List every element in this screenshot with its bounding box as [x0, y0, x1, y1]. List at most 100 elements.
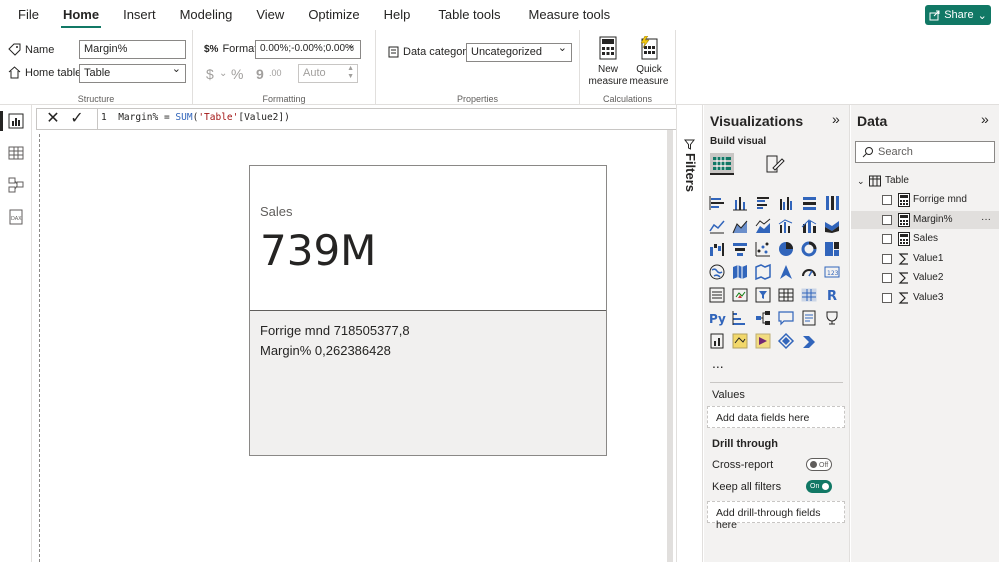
field-label: Sales	[913, 233, 939, 245]
build-visual-tab[interactable]	[710, 153, 734, 175]
data-search-input[interactable]: Search	[855, 141, 995, 163]
sigma-icon	[898, 252, 910, 266]
field-checkbox[interactable]	[882, 293, 892, 303]
clustered-column-chart-icon[interactable]	[780, 197, 792, 210]
format-select[interactable]: 0.00%;-0.00%;0.00%	[255, 38, 361, 59]
commit-formula-icon[interactable]: ✓	[67, 110, 87, 128]
power-apps-icon[interactable]	[755, 333, 771, 349]
new-measure-button[interactable]: New measure	[588, 36, 628, 88]
cross-report-toggle[interactable]: Off	[806, 458, 832, 471]
kpi-icon[interactable]	[732, 288, 748, 302]
table-view-icon[interactable]	[8, 145, 24, 161]
map-icon[interactable]	[709, 264, 725, 280]
keep-all-filters-toggle[interactable]: On	[806, 480, 832, 493]
collapse-visualizations-icon[interactable]: »	[832, 111, 840, 127]
field-checkbox[interactable]	[882, 214, 892, 225]
scatter-chart-icon[interactable]	[755, 242, 770, 257]
decimals-input[interactable]: Auto ▲ ▼	[298, 64, 358, 83]
line-clustered-column-chart-icon[interactable]	[778, 219, 793, 233]
field-checkbox[interactable]	[882, 253, 892, 264]
waterfall-chart-icon[interactable]	[710, 243, 724, 256]
menu-modeling[interactable]: Modeling	[168, 0, 245, 30]
funnel-chart-icon[interactable]	[733, 243, 747, 256]
menu-home[interactable]: Home	[51, 0, 111, 30]
field-row[interactable]: Margin% ···	[851, 210, 999, 229]
currency-button[interactable]: $	[206, 66, 214, 82]
arcgis-map-icon[interactable]	[732, 333, 748, 349]
format-visual-tab[interactable]	[762, 153, 786, 175]
narrative-icon[interactable]	[802, 310, 816, 326]
menu-file[interactable]: File	[0, 0, 51, 30]
line-chart-icon[interactable]	[709, 220, 725, 234]
100-stacked-column-chart-icon[interactable]	[826, 196, 839, 210]
quick-measure-button[interactable]: Quick measure	[628, 35, 670, 88]
percent-button[interactable]: %	[231, 66, 243, 82]
matrix-icon[interactable]	[801, 288, 817, 302]
formula-editor[interactable]: 1 Margin% = SUM('Table'[Value2])	[101, 112, 290, 123]
dax-query-view-icon[interactable]: DAX	[8, 209, 24, 225]
area-chart-icon[interactable]	[732, 220, 748, 234]
field-more-options-icon[interactable]: ···	[981, 211, 991, 229]
cancel-formula-icon[interactable]: ✕	[43, 110, 63, 128]
table-icon[interactable]	[778, 288, 794, 302]
field-row[interactable]: Value2	[851, 269, 999, 287]
stacked-column-chart-icon[interactable]	[733, 197, 747, 211]
calculator-icon	[898, 212, 910, 227]
key-influencers-icon[interactable]	[732, 311, 745, 325]
filters-pane-collapsed[interactable]: Filters	[676, 105, 703, 562]
decimal-button[interactable]: .00	[269, 68, 282, 78]
paginated-report-icon[interactable]	[710, 333, 724, 349]
multi-row-card-icon[interactable]	[709, 287, 725, 303]
qa-icon[interactable]	[778, 311, 794, 326]
field-row[interactable]: Value3	[851, 289, 999, 307]
data-category-select[interactable]: Uncategorized	[466, 41, 572, 62]
name-input[interactable]: Margin%	[79, 40, 186, 59]
currency-dropdown-icon[interactable]: ⌄	[219, 68, 227, 79]
shape-map-icon[interactable]	[755, 263, 771, 281]
power-automate-flow-icon[interactable]	[803, 336, 815, 348]
power-automate-icon[interactable]	[777, 332, 795, 350]
model-view-icon[interactable]	[8, 177, 24, 193]
field-checkbox[interactable]	[882, 234, 892, 245]
treemap-icon[interactable]	[825, 242, 839, 256]
share-button[interactable]: Share ⌄	[925, 5, 991, 25]
menu-optimize[interactable]: Optimize	[296, 0, 371, 30]
menu-insert[interactable]: Insert	[111, 0, 168, 30]
r-visual-icon[interactable]: R	[827, 289, 837, 304]
field-row[interactable]: Value1	[851, 250, 999, 268]
slicer-icon[interactable]	[755, 287, 771, 303]
table-node[interactable]: ⌄ Table	[851, 172, 999, 190]
stacked-area-chart-icon[interactable]	[755, 218, 771, 233]
field-row[interactable]: Forrige mnd	[851, 191, 999, 209]
comma-button[interactable]: 9	[256, 66, 264, 82]
line-stacked-column-chart-icon[interactable]	[801, 219, 817, 233]
pie-chart-icon[interactable]	[779, 242, 793, 256]
more-visuals-button[interactable]: ...	[712, 355, 724, 371]
values-drop-zone[interactable]: Add data fields here	[707, 406, 845, 428]
report-view-icon[interactable]	[8, 113, 24, 129]
menu-table-tools[interactable]: Table tools	[426, 0, 513, 30]
canvas-scrollbar[interactable]	[667, 130, 673, 562]
card-icon[interactable]: 123	[824, 266, 840, 278]
decomposition-tree-icon[interactable]	[756, 311, 770, 325]
field-checkbox[interactable]	[882, 273, 892, 284]
field-checkbox[interactable]	[882, 195, 892, 205]
donut-chart-icon[interactable]	[801, 241, 817, 257]
multi-row-card-visual[interactable]: Sales 739M Forrige mnd 718505377,8 Margi…	[249, 165, 607, 456]
azure-map-icon[interactable]	[780, 265, 792, 279]
ribbon-chart-icon[interactable]	[825, 221, 839, 233]
menu-help[interactable]: Help	[372, 0, 423, 30]
filled-map-icon[interactable]	[733, 265, 747, 279]
drill-through-drop-zone[interactable]: Add drill-through fields here	[707, 501, 845, 531]
menu-view[interactable]: View	[244, 0, 296, 30]
python-visual-icon[interactable]: Py	[709, 312, 726, 326]
home-table-select[interactable]: Table	[79, 62, 186, 83]
100-stacked-bar-chart-icon[interactable]	[803, 197, 816, 210]
metrics-icon[interactable]	[826, 311, 838, 325]
field-row[interactable]: Sales	[851, 230, 999, 248]
menu-measure-tools[interactable]: Measure tools	[516, 0, 623, 30]
gauge-icon[interactable]	[802, 269, 816, 277]
collapse-data-icon[interactable]: »	[981, 111, 989, 127]
clustered-bar-chart-icon[interactable]	[757, 197, 769, 209]
stacked-bar-chart-icon[interactable]	[709, 196, 724, 210]
